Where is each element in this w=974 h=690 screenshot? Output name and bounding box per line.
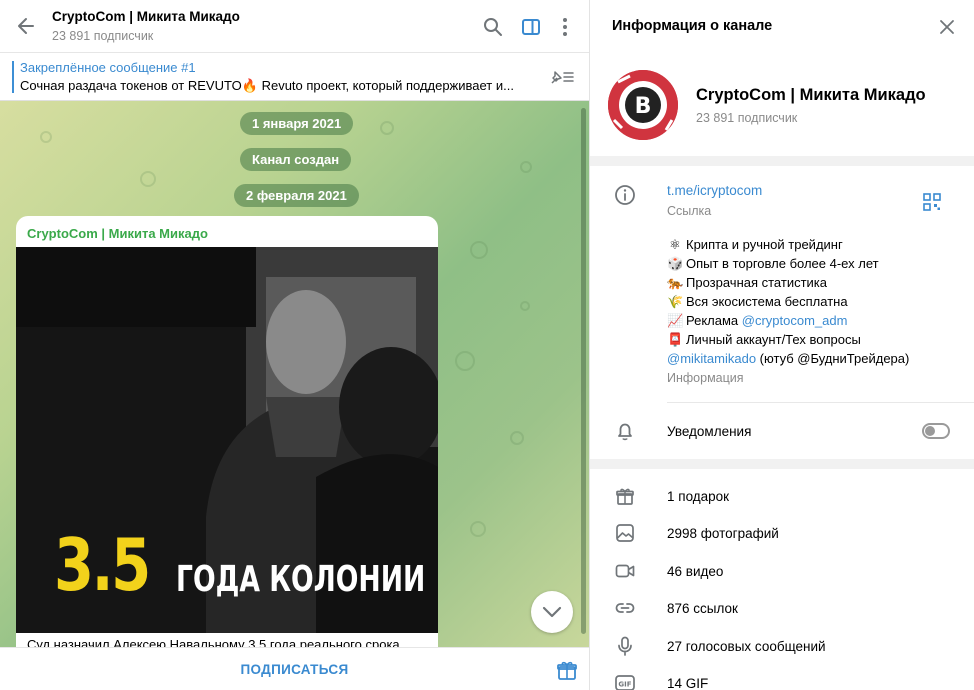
bio-text: Личный аккаунт/Тех вопросы <box>686 332 861 347</box>
date-separator: 2 февраля 2021 <box>234 184 359 207</box>
channel-info-panel: Информация о канале B CryptoCom | Микита… <box>590 0 974 690</box>
search-icon[interactable] <box>482 16 504 38</box>
notifications-toggle[interactable] <box>922 423 950 439</box>
media-row-label: 46 видео <box>667 564 724 579</box>
link-icon <box>615 603 635 613</box>
chat-scrollbar[interactable] <box>581 108 586 634</box>
post-caption: Суд назначил Алексею Навальному 3,5 года… <box>27 637 400 647</box>
close-icon[interactable] <box>938 18 956 36</box>
back-arrow-icon[interactable] <box>16 16 36 36</box>
chat-background: 1 января 2021 Канал создан 2 февраля 202… <box>0 101 589 647</box>
channel-name: CryptoCom | Микита Микадо <box>696 86 926 104</box>
info-icon <box>615 185 635 205</box>
video-icon <box>615 564 635 578</box>
chat-pane: CryptoCom | Микита Микадо 23 891 подписч… <box>0 0 589 690</box>
photo-icon <box>616 524 634 542</box>
tiger-emoji-icon: 🐅 <box>667 275 684 290</box>
bio-line: 🎲 Опыт в торговле более 4-ех лет <box>667 256 879 272</box>
subscribe-button[interactable]: ПОДПИСАТЬСЯ <box>0 648 589 690</box>
gift-icon[interactable] <box>556 659 578 681</box>
section-divider <box>590 156 974 166</box>
photo-headline-text: ГОДА КОЛОНИИ <box>176 559 426 600</box>
pattern-doodle <box>520 301 530 311</box>
bio-text: Опыт в торговле более 4-ех лет <box>686 256 879 271</box>
pinned-indicator <box>12 61 14 93</box>
pinned-text: Сочная раздача токенов от REVUTO🔥 Revuto… <box>20 78 514 93</box>
bio-text: Прозрачная статистика <box>686 275 828 290</box>
notifications-label: Уведомления <box>667 424 752 439</box>
chat-title[interactable]: CryptoCom | Микита Микадо <box>52 9 240 24</box>
subscribe-bar: ПОДПИСАТЬСЯ <box>0 647 589 690</box>
date-separator: 1 января 2021 <box>240 112 354 135</box>
bio-line: 📮 Личный аккаунт/Тех вопросы <box>667 332 861 348</box>
section-divider <box>590 459 974 469</box>
pattern-doodle <box>380 121 394 135</box>
gif-icon: GIF <box>615 675 635 690</box>
bio-text: Реклама <box>686 313 742 328</box>
chart-emoji-icon: 📈 <box>667 313 684 328</box>
sidebar-toggle-icon[interactable] <box>520 16 542 38</box>
chat-subscriber-count: 23 891 подписчик <box>52 29 154 43</box>
service-message: Канал создан <box>240 148 352 171</box>
channel-post[interactable]: CryptoCom | Микита Микадо 3.5 ГОДА КОЛОН… <box>16 216 438 647</box>
bell-icon <box>618 423 632 441</box>
svg-text:B: B <box>635 94 652 119</box>
media-row-label: 14 GIF <box>667 676 709 690</box>
media-row-label: 2998 фотографий <box>667 526 779 541</box>
scroll-down-button[interactable] <box>531 591 573 633</box>
pattern-doodle <box>510 431 524 445</box>
pattern-doodle <box>520 161 532 173</box>
personal-account-link[interactable]: @mikitamikado <box>667 351 756 366</box>
pattern-doodle <box>470 241 488 259</box>
pattern-doodle <box>40 131 52 143</box>
pinned-message-bar[interactable]: Закреплённое сообщение #1 Сочная раздача… <box>0 53 589 101</box>
microphone-icon <box>618 636 632 656</box>
bio-label: Информация <box>667 371 744 385</box>
photo-headline-number: 3.5 <box>54 523 151 607</box>
channel-avatar[interactable]: B <box>608 70 678 140</box>
media-row-label: 1 подарок <box>667 489 730 504</box>
mailbox-emoji-icon: 📮 <box>667 332 684 347</box>
pattern-doodle <box>140 171 156 187</box>
ad-contact-link[interactable]: @cryptocom_adm <box>742 313 848 328</box>
more-menu-icon[interactable] <box>554 16 576 38</box>
chevron-down-icon <box>542 606 562 618</box>
qr-code-icon[interactable] <box>923 193 941 211</box>
link-label: Ссылка <box>667 204 712 218</box>
pattern-doodle <box>455 351 475 371</box>
media-row-label: 27 голосовых сообщений <box>667 639 826 654</box>
chat-header: CryptoCom | Микита Микадо 23 891 подписч… <box>0 0 589 53</box>
avatar-logo-icon: B <box>608 70 678 140</box>
channel-subscriber-count: 23 891 подписчик <box>696 111 798 125</box>
atom-emoji-icon: ⚛ <box>669 237 681 252</box>
bio-line: 🌾 Вся экосистема бесплатна <box>667 294 848 310</box>
channel-link[interactable]: t.me/icryptocom <box>667 183 762 198</box>
bio-text: (ютуб @БудниТрейдера) <box>756 351 910 366</box>
panel-title: Информация о канале <box>612 18 773 34</box>
pinned-list-icon[interactable] <box>548 67 576 87</box>
bio-line: 📈 Реклама @cryptocom_adm <box>667 313 847 329</box>
pinned-title: Закреплённое сообщение #1 <box>20 60 196 75</box>
post-author[interactable]: CryptoCom | Микита Микадо <box>27 226 208 241</box>
svg-text:GIF: GIF <box>618 681 631 689</box>
bio-line: @mikitamikado (ютуб @БудниТрейдера) <box>667 351 909 366</box>
pattern-doodle <box>470 521 486 537</box>
gift-icon <box>616 488 634 505</box>
wheat-emoji-icon: 🌾 <box>667 294 684 309</box>
bio-text: Крипта и ручной трейдинг <box>686 237 843 252</box>
dice-emoji-icon: 🎲 <box>667 256 684 271</box>
bio-text: Вся экосистема бесплатна <box>686 294 848 309</box>
toggle-knob <box>925 426 935 436</box>
media-row-label: 876 ссылок <box>667 601 738 616</box>
bio-line: 🐅 Прозрачная статистика <box>667 275 827 291</box>
row-divider <box>667 402 974 403</box>
bio-line: ⚛ Крипта и ручной трейдинг <box>667 237 843 253</box>
post-photo[interactable]: 3.5 ГОДА КОЛОНИИ <box>16 247 438 633</box>
